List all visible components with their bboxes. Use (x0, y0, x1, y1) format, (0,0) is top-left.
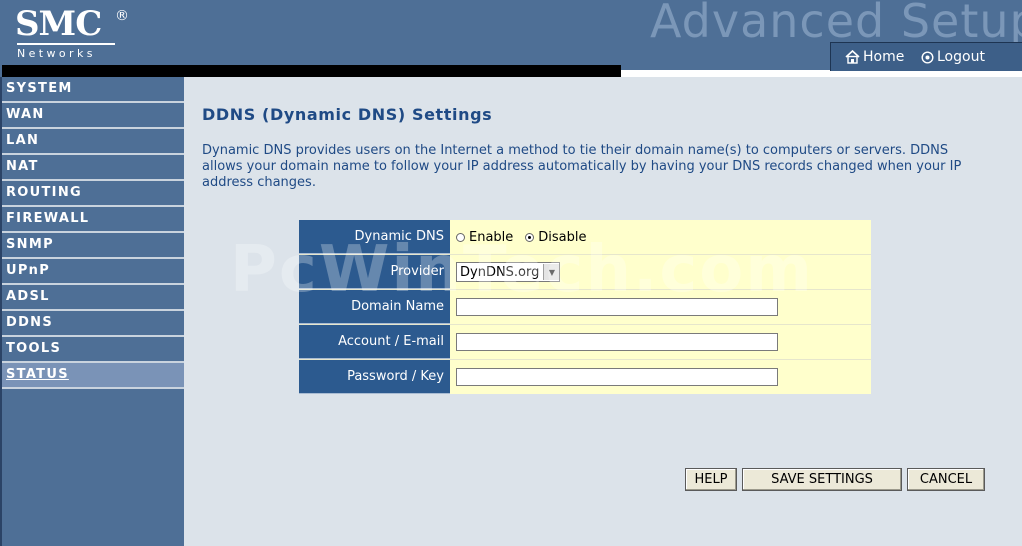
provider-label: Provider (299, 255, 450, 289)
sidebar-item-firewall[interactable]: FIREWALL (2, 207, 184, 233)
header-black-bar (2, 65, 621, 77)
help-button[interactable]: HELP (685, 468, 737, 491)
header-divider (621, 70, 1022, 77)
page-title: DDNS (Dynamic DNS) Settings (202, 105, 493, 124)
form-row-provider: Provider DynDNS.org ▼ (299, 255, 871, 290)
page-description: Dynamic DNS provides users on the Intern… (202, 143, 962, 190)
password-key-input[interactable] (456, 368, 778, 386)
sidebar-item-adsl[interactable]: ADSL (2, 285, 184, 311)
dynamic-dns-options: Enable Disable (450, 220, 871, 254)
logo-registered-mark: ® (115, 8, 129, 24)
sidebar-item-tools[interactable]: TOOLS (2, 337, 184, 363)
cancel-button[interactable]: CANCEL (907, 468, 985, 491)
logout-label: Logout (937, 49, 985, 65)
smc-logo: SMC ® Networks (15, 4, 129, 60)
enable-radio-label: Enable (469, 229, 514, 245)
enable-radio-circle-icon (456, 232, 465, 242)
sidebar-item-nat[interactable]: NAT (2, 155, 184, 181)
form-row-domain: Domain Name (299, 290, 871, 325)
main-content: DDNS (Dynamic DNS) Settings Dynamic DNS … (182, 77, 1022, 546)
home-label: Home (863, 49, 905, 65)
form-row-account: Account / E-mail (299, 325, 871, 360)
ddns-settings-form: Dynamic DNS Enable Disable Provider DynD… (299, 220, 871, 394)
logo-subtitle: Networks (17, 47, 96, 60)
password-key-label: Password / Key (299, 360, 450, 394)
provider-value: DynDNS.org ▼ (450, 255, 871, 289)
account-email-label: Account / E-mail (299, 325, 450, 359)
form-row-password: Password / Key (299, 360, 871, 394)
sidebar-item-snmp[interactable]: SNMP (2, 233, 184, 259)
sidebar-item-wan[interactable]: WAN (2, 103, 184, 129)
sidebar-item-lan[interactable]: LAN (2, 129, 184, 155)
sidebar-menu: SYSTEM WAN LAN NAT ROUTING FIREWALL SNMP… (0, 77, 184, 546)
form-row-dynamic-dns: Dynamic DNS Enable Disable (299, 220, 871, 255)
sidebar-item-status[interactable]: STATUS (2, 363, 184, 389)
provider-selected-value: DynDNS.org (460, 264, 540, 280)
enable-radio[interactable]: Enable (456, 230, 513, 245)
disable-radio-label: Disable (538, 229, 587, 245)
home-icon (845, 50, 860, 64)
sidebar-item-ddns[interactable]: DDNS (2, 311, 184, 337)
sidebar-item-system[interactable]: SYSTEM (2, 77, 184, 103)
top-nav: Home Logout (830, 42, 1022, 71)
home-link[interactable]: Home (845, 49, 904, 65)
domain-name-label: Domain Name (299, 290, 450, 324)
domain-name-input[interactable] (456, 298, 778, 316)
header-title: Advanced Setup (650, 0, 1022, 48)
logo-brand: SMC (15, 4, 102, 44)
logout-link[interactable]: Logout (921, 49, 985, 65)
sidebar-item-upnp[interactable]: UPnP (2, 259, 184, 285)
disable-radio-circle-icon (525, 232, 535, 242)
account-email-input[interactable] (456, 333, 778, 351)
action-buttons: HELP SAVE SETTINGS CANCEL (685, 468, 985, 491)
dynamic-dns-label: Dynamic DNS (299, 220, 450, 254)
sidebar-item-routing[interactable]: ROUTING (2, 181, 184, 207)
provider-select[interactable]: DynDNS.org ▼ (456, 262, 561, 282)
disable-radio[interactable]: Disable (525, 229, 587, 245)
chevron-down-icon: ▼ (543, 264, 560, 280)
save-settings-button[interactable]: SAVE SETTINGS (742, 468, 902, 491)
logout-icon (921, 50, 934, 64)
header: Advanced Setup SMC ® Networks Home Logou… (0, 0, 1022, 77)
